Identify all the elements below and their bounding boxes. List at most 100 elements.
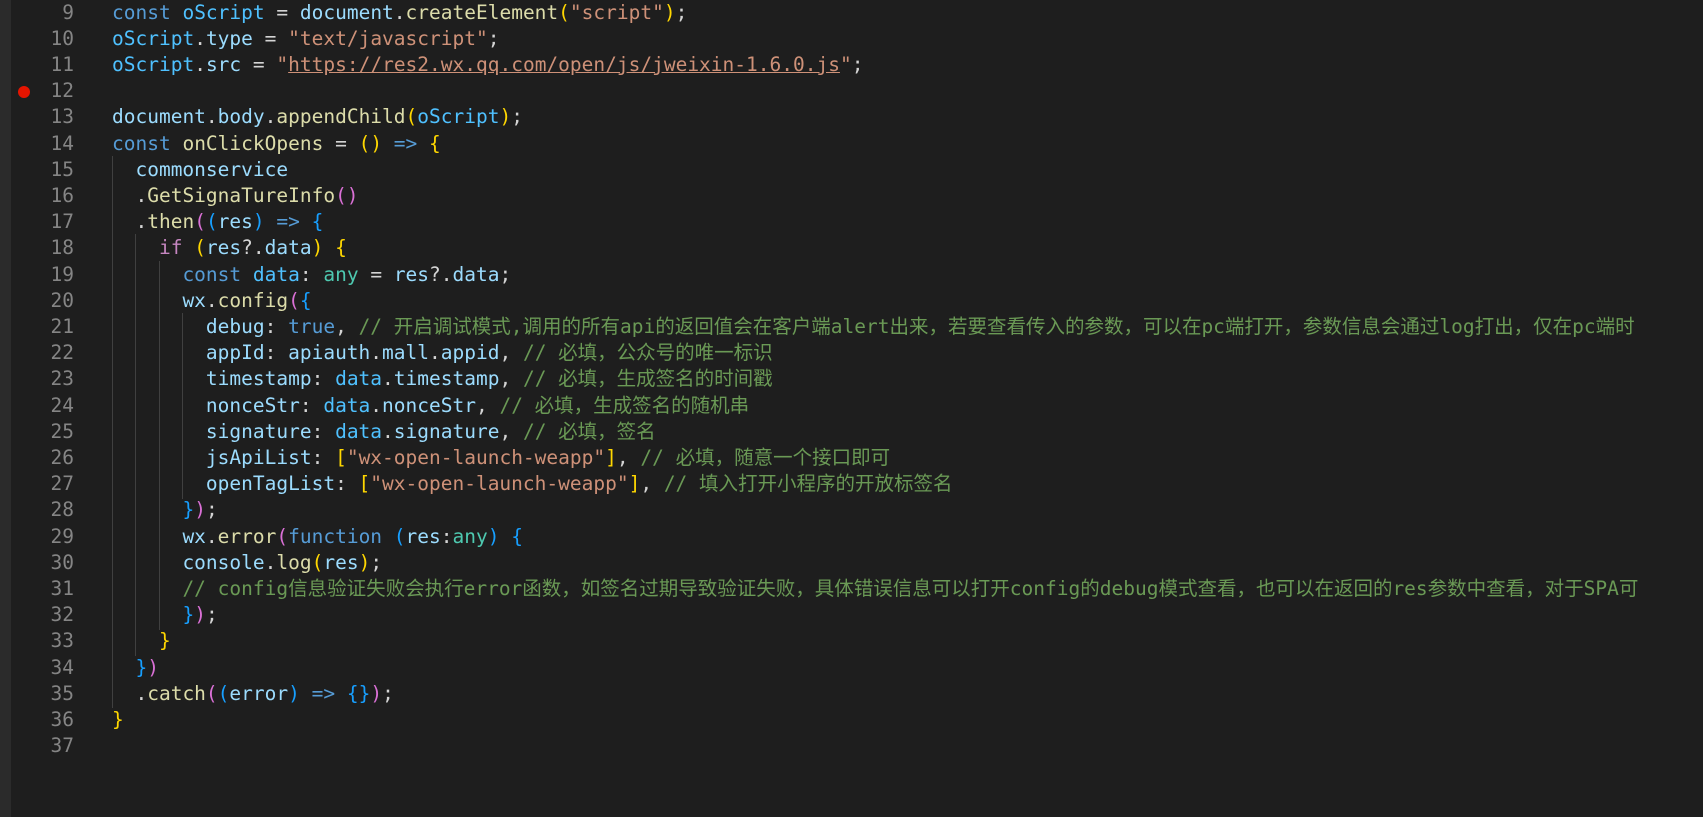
indent-guide xyxy=(182,417,184,447)
code-token: . xyxy=(135,183,148,207)
code-editor[interactable]: 9 const oScript = document.createElement(… xyxy=(0,0,1703,817)
code-text: if (res?.data) { xyxy=(159,234,347,263)
code-token: { xyxy=(429,131,441,155)
line-number: 11 xyxy=(50,52,74,76)
code-token: : xyxy=(311,419,336,443)
code-token: . xyxy=(194,52,206,76)
indent-guide xyxy=(135,312,137,342)
code-token: ) xyxy=(663,0,676,24)
code-line[interactable]: 24 nonceStr: data.nonceStr, // 必填，生成签名的随机… xyxy=(0,391,1703,421)
code-token: => xyxy=(264,210,312,234)
code-text: document.body.appendChild(oScript); xyxy=(112,103,523,132)
code-line[interactable]: 11 oScript.src = "https://res2.wx.qq.com/… xyxy=(0,51,1703,80)
code-text: console.log(res); xyxy=(182,549,382,578)
code-token: ( xyxy=(288,288,300,312)
code-line[interactable]: 14 const onClickOpens = () => { xyxy=(0,130,1703,159)
indent-guide xyxy=(182,312,184,342)
code-token: any xyxy=(452,524,488,548)
code-token: ?. xyxy=(241,236,265,260)
indent-guide xyxy=(182,365,184,394)
code-line[interactable]: 29 wx.error(function (res:any) { xyxy=(0,522,1703,552)
code-line[interactable]: 20 wx.config({ xyxy=(0,286,1703,316)
code-line[interactable]: 34}) xyxy=(0,653,1703,682)
code-line[interactable]: 36} xyxy=(0,706,1703,735)
indent-guide xyxy=(135,391,137,420)
code-token: commonservice xyxy=(135,157,289,181)
code-token: . xyxy=(205,524,218,548)
code-line[interactable]: 23 timestamp: data.timestamp, // 必填，生成签名的… xyxy=(0,365,1703,394)
code-token: error xyxy=(217,524,277,548)
code-token: res xyxy=(323,550,359,574)
code-line[interactable]: 32}); xyxy=(0,601,1703,630)
indent-guide xyxy=(135,443,137,473)
line-number: 37 xyxy=(50,734,74,758)
code-line[interactable]: 10 oScript.type = "text/javascript"; xyxy=(0,25,1703,54)
indent-guide xyxy=(135,470,137,499)
indent-guide xyxy=(112,365,113,394)
indent-guide xyxy=(158,601,160,630)
code-line[interactable]: 27 openTagList: ["wx-open-launch-weapp"],… xyxy=(0,470,1703,499)
code-token: ( xyxy=(311,550,324,574)
line-number: 30 xyxy=(50,550,74,574)
code-token: body xyxy=(217,105,265,129)
indent-guide xyxy=(112,470,113,499)
code-line[interactable]: 18 if (res?.data) { xyxy=(0,234,1703,263)
line-number: 33 xyxy=(50,629,74,653)
code-line[interactable]: 35 .catch((error) => {}); xyxy=(0,679,1703,709)
code-line[interactable]: 15 commonservice xyxy=(0,155,1703,185)
code-line[interactable]: 28}); xyxy=(0,496,1703,525)
code-line[interactable]: 30 console.log(res); xyxy=(0,548,1703,578)
code-token: src xyxy=(205,52,242,76)
code-line[interactable]: 21 debug: true, // 开启调试模式,调用的所有api的返回值会在客… xyxy=(0,312,1703,342)
indent-guide xyxy=(112,443,113,473)
indent-guide xyxy=(112,653,113,682)
line-number: 24 xyxy=(50,393,74,417)
code-token: ] xyxy=(628,472,641,496)
code-token: const xyxy=(112,0,183,24)
code-token: timestamp xyxy=(205,367,312,391)
code-text: }); xyxy=(182,601,217,630)
code-line[interactable]: 16 .GetSignaTureInfo() xyxy=(0,181,1703,211)
code-text: wx.error(function (res:any) { xyxy=(182,523,523,552)
code-line[interactable]: 33} xyxy=(0,627,1703,656)
code-token: appid xyxy=(440,341,500,365)
code-token: ; xyxy=(205,603,218,627)
code-line[interactable]: 25 signature: data.signature, // 必填，签名 xyxy=(0,417,1703,447)
code-line[interactable]: 12 xyxy=(0,77,1703,106)
code-line[interactable]: 22 appId: apiauth.mall.appid, // 必填，公众号的唯… xyxy=(0,339,1703,368)
indent-guide xyxy=(112,417,113,447)
code-text: openTagList: ["wx-open-launch-weapp"], /… xyxy=(206,470,953,499)
breakpoint-icon[interactable] xyxy=(18,85,30,98)
code-token: () xyxy=(358,131,383,155)
code-text: nonceStr: data.nonceStr, // 必填，生成签名的随机串 xyxy=(206,392,749,421)
code-token: type xyxy=(205,26,253,50)
indent-guide xyxy=(135,574,137,604)
indent-guide xyxy=(158,312,160,342)
code-line[interactable]: 13 document.body.appendChild(oScript); xyxy=(0,103,1703,132)
code-token: ) xyxy=(487,524,500,548)
code-token: ?. xyxy=(429,262,453,286)
code-line[interactable]: 26 jsApiList: ["wx-open-launch-weapp"], /… xyxy=(0,443,1703,473)
code-line[interactable]: 9 const oScript = document.createElement(… xyxy=(0,0,1703,27)
code-text: oScript.src = "https://res2.wx.qq.com/op… xyxy=(112,51,863,80)
code-token: "wx-open-launch-weapp" xyxy=(346,445,606,469)
code-token: . xyxy=(205,105,218,129)
indent-guide xyxy=(182,391,184,420)
code-token[interactable]: https://res2.wx.qq.com/open/js/jweixin-1… xyxy=(288,53,840,76)
code-token: ) xyxy=(370,681,383,705)
indent-guide xyxy=(112,312,113,342)
code-token: . xyxy=(393,0,406,24)
indent-guide xyxy=(182,443,184,473)
code-token: : xyxy=(264,314,289,338)
code-token: data xyxy=(335,419,383,443)
code-line[interactable]: 19 const data: any = res?.data; xyxy=(0,260,1703,289)
code-line[interactable]: 37 xyxy=(0,732,1703,761)
code-text: const onClickOpens = () => { xyxy=(112,130,441,159)
code-text: }); xyxy=(182,496,217,525)
code-token: , xyxy=(499,367,523,391)
indent-guide xyxy=(158,286,160,316)
code-token: oScript xyxy=(182,0,265,24)
code-line[interactable]: 17 .then((res) => { xyxy=(0,208,1703,237)
code-line[interactable]: 31 // config信息验证失败会执行error函数，如签名过期导致验证失败，… xyxy=(0,574,1703,604)
line-number: 26 xyxy=(50,445,74,469)
